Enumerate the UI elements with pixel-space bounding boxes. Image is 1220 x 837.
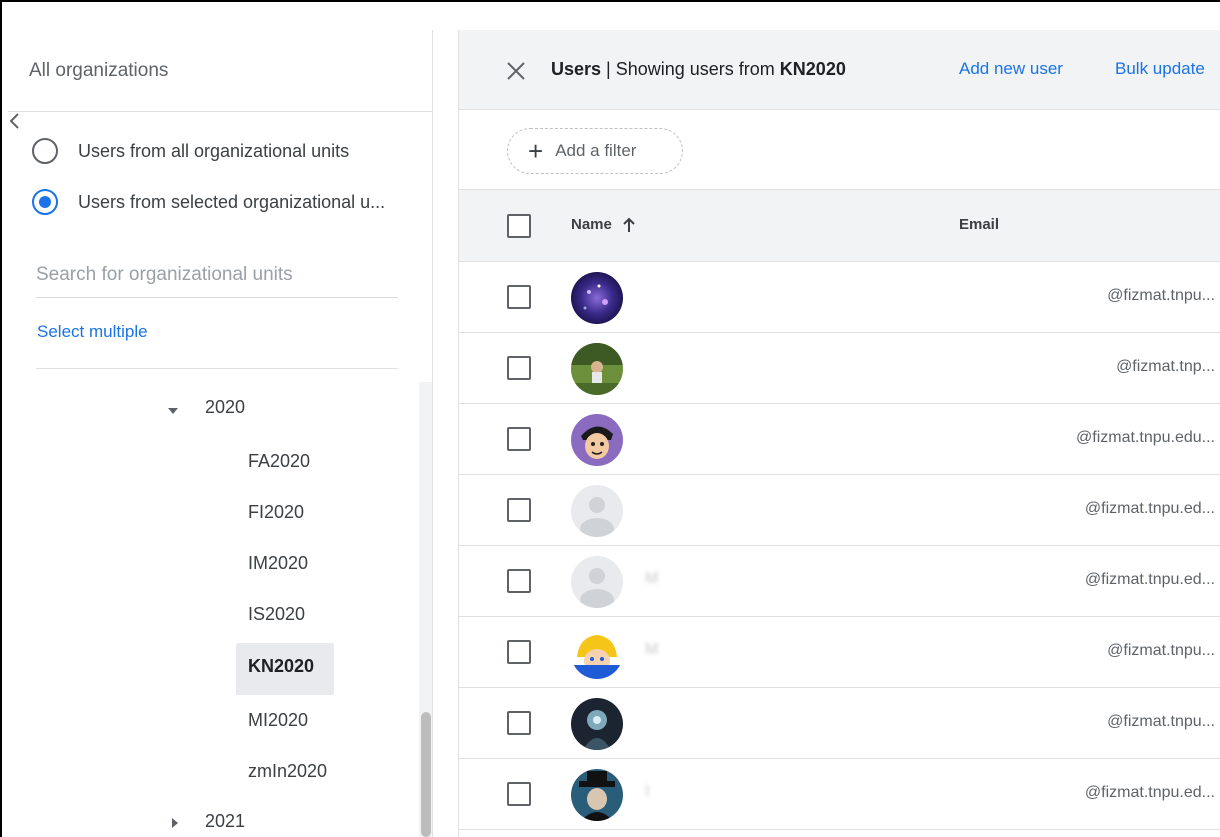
select-all-checkbox[interactable] <box>507 214 531 238</box>
user-avatar[interactable] <box>571 485 623 537</box>
org-unit-panel: All organizations Users from all organiz… <box>8 30 433 837</box>
caret-down-icon[interactable] <box>166 404 180 418</box>
caret-right-icon[interactable] <box>168 816 182 830</box>
tree-item-fa2020[interactable]: FA2020 <box>248 451 310 472</box>
table-row[interactable]: @fizmat.tnpu.ed... <box>459 475 1220 546</box>
avatar-hat-icon <box>571 769 623 821</box>
radio-selected-units-row[interactable]: Users from selected organizational u... <box>32 189 385 215</box>
collapse-panel-button[interactable] <box>8 112 432 135</box>
tree-item-2021[interactable]: 2021 <box>205 811 245 832</box>
table-row[interactable]: @fizmat.tnpu... <box>459 262 1220 333</box>
default-avatar-icon <box>571 485 623 537</box>
user-avatar[interactable] <box>571 698 623 750</box>
tree-item-fi2020[interactable]: FI2020 <box>248 502 304 523</box>
table-row[interactable]: M @fizmat.tnpu... <box>459 617 1220 688</box>
row-checkbox[interactable] <box>507 711 531 735</box>
user-name[interactable]: M <box>645 641 658 659</box>
user-name[interactable]: I <box>645 783 649 801</box>
user-avatar[interactable] <box>571 272 623 324</box>
user-email: @fizmat.tnpu... <box>1107 713 1215 730</box>
user-email: @fizmat.tnpu.ed... <box>1084 500 1215 517</box>
radio-selected-units[interactable] <box>32 189 58 215</box>
avatar-dark-icon <box>571 698 623 750</box>
row-checkbox[interactable] <box>507 356 531 380</box>
tree-item-is2020[interactable]: IS2020 <box>248 604 305 625</box>
select-multiple-link[interactable]: Select multiple <box>37 322 148 342</box>
add-filter-button[interactable]: + Add a filter <box>507 128 683 174</box>
radio-selected-units-label: Users from selected organizational u... <box>78 191 386 212</box>
org-search-field[interactable] <box>36 260 398 298</box>
column-name-label: Name <box>571 216 612 233</box>
plus-icon: + <box>528 136 544 166</box>
column-name-header[interactable]: Name <box>571 216 636 233</box>
add-filter-label: Add a filter <box>555 141 637 160</box>
user-email: @fizmat.tnpu... <box>1107 287 1215 304</box>
radio-all-units[interactable] <box>32 138 58 164</box>
radio-all-units-label: Users from all organizational units <box>78 140 350 161</box>
chevron-left-icon <box>9 113 19 129</box>
radio-all-units-row[interactable]: Users from all organizational units <box>32 138 349 164</box>
user-name[interactable]: M <box>645 570 658 588</box>
users-title-sep: | Showing users from <box>601 59 780 79</box>
org-panel-header: All organizations <box>8 30 432 112</box>
close-icon[interactable] <box>505 60 527 82</box>
user-email: @fizmat.tnpu... <box>1107 642 1215 659</box>
user-email: @fizmat.tnpu.ed... <box>1084 571 1215 588</box>
scrollbar-thumb[interactable] <box>421 712 431 837</box>
add-new-user-link[interactable]: Add new user <box>959 59 1063 79</box>
tree-item-zmin2020[interactable]: zmIn2020 <box>248 761 327 782</box>
users-title: Users | Showing users from KN2020 <box>551 59 846 80</box>
row-checkbox[interactable] <box>507 427 531 451</box>
user-avatar[interactable] <box>571 414 623 466</box>
avatar-outdoor-icon <box>571 343 623 395</box>
avatar-galaxy-icon <box>571 272 623 324</box>
user-avatar[interactable] <box>571 556 623 608</box>
avatar-anime-icon <box>571 627 623 679</box>
arrow-up-icon <box>623 217 635 232</box>
table-row[interactable]: I @fizmat.tnpu.ed... <box>459 759 1220 830</box>
row-checkbox[interactable] <box>507 640 531 664</box>
table-row[interactable]: @fizmat.tnpu... <box>459 688 1220 759</box>
avatar-cartoon-icon <box>571 414 623 466</box>
tree-item-im2020[interactable]: IM2020 <box>248 553 308 574</box>
table-header: Name Email <box>459 190 1220 262</box>
table-row[interactable]: @fizmat.tnpu.edu... <box>459 404 1220 475</box>
row-checkbox[interactable] <box>507 498 531 522</box>
row-checkbox[interactable] <box>507 782 531 806</box>
users-title-ou: KN2020 <box>779 59 846 79</box>
tree-item-mi2020[interactable]: MI2020 <box>248 710 308 731</box>
users-title-prefix: Users <box>551 59 602 79</box>
tree-item-kn2020[interactable]: KN2020 <box>248 656 314 677</box>
table-row[interactable]: M @fizmat.tnpu.ed... <box>459 546 1220 617</box>
org-search-input[interactable] <box>36 260 398 286</box>
user-avatar[interactable] <box>571 343 623 395</box>
column-email-header[interactable]: Email <box>959 216 999 233</box>
user-avatar[interactable] <box>571 627 623 679</box>
user-email: @fizmat.tnp... <box>1116 358 1215 375</box>
table-row[interactable]: @fizmat.tnp... <box>459 333 1220 404</box>
bulk-update-link[interactable]: Bulk update <box>1115 59 1205 79</box>
users-header: Users | Showing users from KN2020 Add ne… <box>459 30 1220 110</box>
org-panel-title: All organizations <box>29 59 169 81</box>
divider <box>36 368 398 369</box>
user-avatar[interactable] <box>571 769 623 821</box>
filter-bar: + Add a filter <box>459 110 1220 190</box>
tree-item-2020[interactable]: 2020 <box>205 397 245 418</box>
user-email: @fizmat.tnpu.ed... <box>1084 784 1215 801</box>
default-avatar-icon <box>571 556 623 608</box>
users-panel: Users | Showing users from KN2020 Add ne… <box>458 30 1220 837</box>
user-email: @fizmat.tnpu.edu... <box>1076 429 1215 446</box>
row-checkbox[interactable] <box>507 285 531 309</box>
row-checkbox[interactable] <box>507 569 531 593</box>
